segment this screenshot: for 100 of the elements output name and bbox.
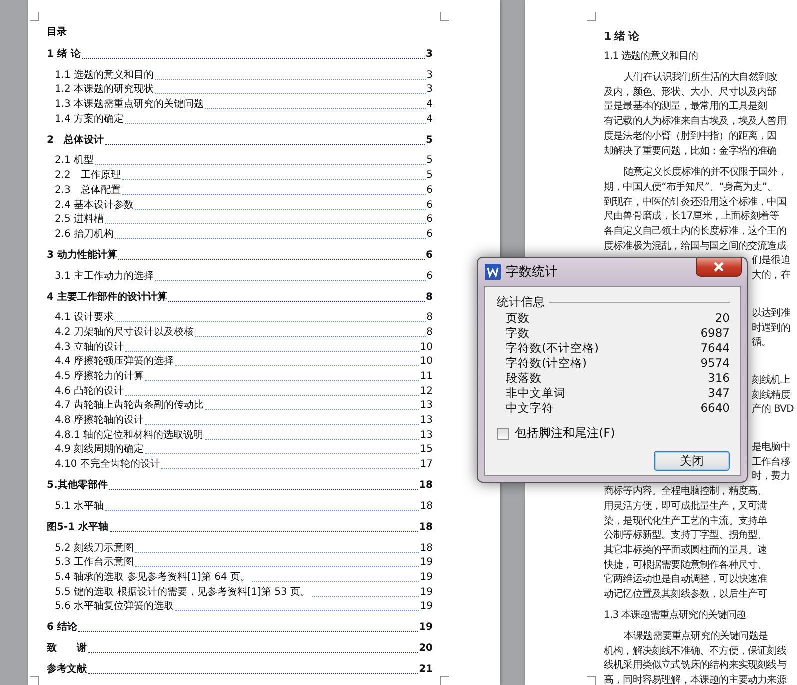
- text-line: 有记载的人为标准来自古埃及，埃及人曾用: [604, 115, 786, 130]
- group-label: 统计信息: [497, 294, 545, 310]
- text-line: 尺由兽骨磨成，长17厘米，上面标刻着等: [604, 210, 780, 224]
- toc-entry[interactable]: 致 谢 20: [47, 641, 433, 656]
- section-heading: 1.3 本课题需重点研究的关键问题: [604, 608, 748, 623]
- app-logo-icon: [485, 264, 501, 280]
- toc-entry[interactable]: 2.5 进料槽 6: [47, 212, 433, 226]
- stat-label: 非中文单词: [506, 386, 566, 401]
- text-line: 时遇到的: [752, 322, 790, 336]
- toc-entry[interactable]: 5.6 水平轴复位弹簧的选取 19: [47, 598, 433, 614]
- dialog-title: 字数统计: [506, 264, 558, 281]
- toc-entry[interactable]: 4.9 刻线周期的确定 15: [47, 442, 433, 456]
- stat-value: 7644: [700, 341, 730, 356]
- checkbox-label[interactable]: 包括脚注和尾注(F): [515, 425, 616, 442]
- crop-mark: [440, 12, 449, 21]
- text-line: 商标等内容。全程电脑控制，精度高、: [604, 485, 768, 500]
- stat-value: 316: [708, 371, 730, 386]
- toc-entry[interactable]: 4.8.1 轴的定位和材料的选取说明 13: [47, 427, 433, 442]
- text-line: 量是最基本的测量，最常用的工具是刻: [604, 100, 768, 114]
- text-line: 公制等标新型。支持丁字型、拐角型、: [604, 529, 768, 544]
- toc-entry[interactable]: 5.3 工作台示意图 19: [47, 554, 433, 570]
- text-line: 度是法老的小臂（肘到中指）的距离，因: [604, 130, 777, 144]
- section-heading: 1.1 选题的意义和目的: [604, 50, 700, 64]
- text-line: 刻线机上: [752, 374, 790, 388]
- crop-mark: [30, 676, 39, 685]
- text-line: 时，费力: [752, 470, 790, 484]
- toc-entry[interactable]: 4 主要工作部件的设计计算 8: [47, 290, 433, 304]
- text-line: 是电脑中: [752, 441, 790, 456]
- toc-entry[interactable]: 4.1 设计要求 8: [47, 310, 433, 324]
- stat-label: 字数: [506, 326, 530, 341]
- toc-entry[interactable]: 2 总体设计 5: [47, 132, 433, 147]
- text-line: 度标准极为混乱，给国与国之间的交流造成: [604, 240, 786, 254]
- text-line: 循。: [752, 336, 772, 350]
- toc-entry[interactable]: 5.1 水平轴 18: [47, 498, 433, 513]
- toc-entry[interactable]: 4.2 刀架轴的尺寸设计以及校核 8: [47, 324, 433, 339]
- close-button[interactable]: [696, 258, 742, 277]
- crop-mark: [587, 12, 596, 21]
- text-line: 随意定义长度标准的并不仅限于国外，: [624, 166, 788, 180]
- toc-entry[interactable]: 4.8 摩擦轮轴的设计 13: [47, 412, 433, 428]
- text-line: 染，是现代化生产工艺的主流。支持单: [604, 514, 768, 529]
- close-icon: [713, 262, 725, 272]
- text-line: 人们在认识我们所生活的大自然到改: [624, 71, 778, 85]
- crop-mark: [587, 676, 596, 685]
- toc-entry[interactable]: 3 动力性能计算 6: [47, 248, 433, 262]
- toc-title: 目录: [47, 26, 68, 40]
- stat-label: 页数: [506, 311, 530, 326]
- toc-entry[interactable]: 图5-1 水平轴 18: [47, 520, 433, 534]
- toc-entry[interactable]: 2.6 抬刀机构 6: [47, 226, 433, 241]
- text-line: 到现在，中医的针灸还沿用这个标准，中国: [604, 196, 786, 210]
- toc-entry[interactable]: 4.6 凸轮的设计 12: [47, 383, 433, 398]
- text-line: 它两维运动也是自动调整，可以快速准: [604, 573, 768, 588]
- stat-label: 字符数(计空格): [506, 356, 587, 371]
- text-line: 刻线精度: [752, 388, 790, 403]
- toc-entry[interactable]: 5.其他零部件 18: [47, 478, 433, 492]
- toc-entry[interactable]: 4.4 摩擦轮顿压弹簧的选择 10: [47, 354, 433, 368]
- text-line: 线机采用类似立式铣床的结构来实现刻线与: [604, 659, 786, 674]
- toc-entry[interactable]: 5.2 刻线刀示意图 18: [47, 540, 433, 554]
- text-line: 期，中国人便“布手知尺”、“身高为丈”、: [604, 180, 777, 195]
- toc-entry[interactable]: 2.4 基本设计参数 6: [47, 196, 433, 212]
- toc-entry[interactable]: 4.5 摩擦轮力的计算 11: [47, 368, 433, 383]
- text-line: 及内，颜色、形状、大小、尺寸以及内部: [604, 86, 777, 100]
- stat-value: 6987: [700, 326, 730, 341]
- text-line: 们是很迫: [752, 254, 790, 268]
- stat-label: 中文字符: [506, 401, 554, 416]
- toc-entry[interactable]: 2.3 总体配置 6: [47, 182, 433, 197]
- toc-entry[interactable]: 5.4 轴承的选取 参见参考资料[1]第 64 页。 19: [47, 569, 433, 584]
- text-line: 以达到准: [752, 306, 790, 321]
- stat-value: 9574: [700, 356, 730, 371]
- text-line: 大的，在: [752, 269, 790, 284]
- toc-entry[interactable]: 4.7 齿轮轴上齿轮齿条副的传动比 13: [47, 398, 433, 412]
- toc-entry[interactable]: 4.3 立轴的设计 10: [47, 338, 433, 354]
- text-line: 本课题需要重点研究的关键问题是: [624, 630, 768, 644]
- toc-entry[interactable]: 1.3 本课题需重点研究的关键问题 4: [47, 96, 433, 112]
- text-line: 机构，解决刻线不准确、不方便，保证刻线: [604, 644, 786, 658]
- toc-entry[interactable]: 4.10 不完全齿轮的设计 17: [47, 456, 433, 472]
- text-line: 工作台移: [752, 456, 790, 470]
- text-line: 却解决了重要问题，比如：金字塔的准确: [604, 144, 777, 159]
- stat-value: 20: [715, 311, 730, 326]
- text-line: 高，同时容易理解，本课题的主要动力来源: [604, 674, 786, 685]
- toc-entry[interactable]: 2.1 机型 5: [47, 152, 433, 168]
- text-line: 产的 BVD: [752, 403, 794, 418]
- stat-value: 347: [708, 386, 730, 401]
- toc-entry[interactable]: 1.1 选题的意义和目的 3: [47, 67, 433, 82]
- text-line: 快捷，可根据需要随意制作各种尺寸、: [604, 558, 768, 573]
- text-line: 动记忆位置及其刻线参数，以后生产可: [604, 588, 768, 602]
- toc-entry[interactable]: 1 绪 论 3: [47, 47, 433, 61]
- stat-label: 字符数(不计空格): [506, 341, 599, 356]
- toc-entry[interactable]: 5.5 键的选取 根据设计的需要，见参考资料[1]第 53 页。 19: [47, 584, 433, 599]
- toc-entry[interactable]: 参考文献 21: [47, 662, 433, 676]
- close-dialog-button[interactable]: 关闭: [654, 451, 730, 471]
- checkbox[interactable]: [497, 428, 509, 440]
- stat-label: 段落数: [506, 371, 542, 386]
- crop-mark: [30, 12, 39, 21]
- toc-entry[interactable]: 6 结论 19: [47, 620, 433, 634]
- stat-value: 6640: [700, 401, 730, 416]
- toc-entry[interactable]: 2.2 工作原理 5: [47, 167, 433, 182]
- toc-entry[interactable]: 3.1 主工作动力的选择 6: [47, 268, 433, 283]
- text-line: 各自定义自己领土内的长度标准，这个王的: [604, 225, 786, 240]
- toc-entry[interactable]: 1.4 方案的确定 4: [47, 111, 433, 126]
- toc-entry[interactable]: 1.2 本课题的研究现状 3: [47, 82, 433, 96]
